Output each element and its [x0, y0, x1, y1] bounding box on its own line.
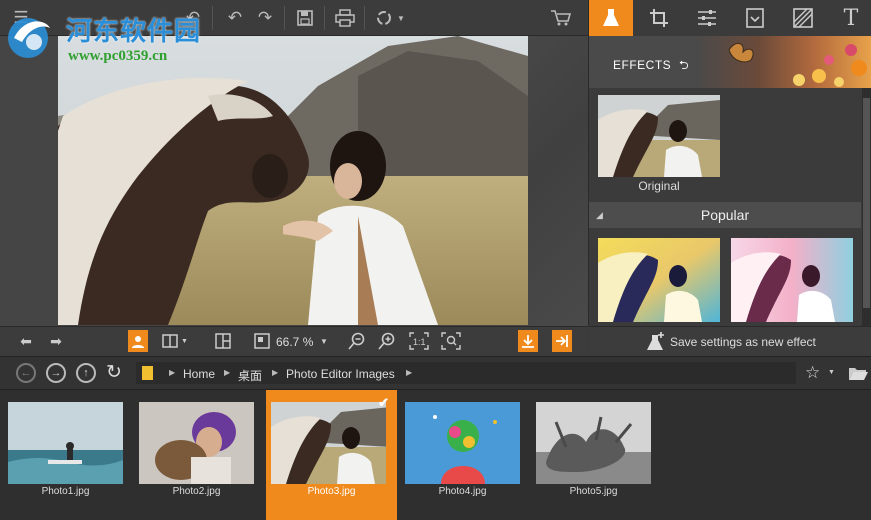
- split-view-icon[interactable]: [212, 330, 234, 352]
- svg-text:1:1: 1:1: [413, 337, 426, 347]
- fit-view-icon[interactable]: [252, 330, 272, 352]
- flask-add-icon: [646, 331, 666, 356]
- favorites-dropdown-icon[interactable]: ▼: [828, 369, 835, 376]
- cart-icon[interactable]: [548, 6, 574, 30]
- adjust-tab[interactable]: [687, 0, 727, 36]
- filmstrip-item[interactable]: Photo2.jpg: [131, 390, 262, 520]
- filmstrip-label: Photo1.jpg: [41, 486, 90, 497]
- share-dropdown-icon[interactable]: ▼: [372, 6, 408, 30]
- filmstrip-label: Photo2.jpg: [172, 486, 221, 497]
- breadcrumb-separator: ▶: [406, 368, 413, 377]
- single-view-icon[interactable]: [128, 330, 148, 352]
- toolbar-divider: [284, 6, 285, 30]
- actual-size-icon[interactable]: 1:1: [408, 330, 430, 352]
- filmstrip-label: Photo3.jpg: [307, 486, 356, 497]
- save-effect-label[interactable]: Save settings as new effect: [670, 335, 816, 349]
- effects-header-label: EFFECTS ⮌: [613, 58, 690, 72]
- effect-thumb-popular-1[interactable]: [598, 238, 720, 322]
- toolbar-divider: [212, 6, 213, 30]
- back-icon[interactable]: ←: [16, 363, 36, 383]
- effects-scrollbar-thumb[interactable]: [863, 98, 870, 308]
- zoom-dropdown-icon[interactable]: ▼: [318, 330, 330, 352]
- effects-tab[interactable]: [589, 0, 633, 36]
- print-icon[interactable]: [332, 6, 358, 30]
- toolbar-divider: [324, 6, 325, 30]
- redo-icon[interactable]: ↷: [252, 6, 278, 30]
- filmstrip-thumbnail: [8, 402, 123, 484]
- back-icon[interactable]: ⮌: [679, 58, 689, 72]
- save-icon[interactable]: [292, 6, 318, 30]
- texture-tab[interactable]: [783, 0, 823, 36]
- forward-icon[interactable]: →: [46, 363, 66, 383]
- breadcrumb-separator: ▶: [224, 368, 231, 377]
- filmstrip-item[interactable]: Photo5.jpg: [528, 390, 659, 520]
- zoom-in-icon[interactable]: [376, 330, 398, 352]
- selected-check-icon: ✔: [378, 395, 389, 410]
- breadcrumb-item-home[interactable]: Home: [183, 367, 215, 381]
- import-icon[interactable]: [518, 330, 538, 352]
- breadcrumb: [136, 362, 796, 384]
- compare-view-dropdown[interactable]: ▼: [158, 330, 192, 352]
- watermark-logo: [4, 8, 60, 64]
- watermark-url: www.pc0359.cn: [68, 48, 168, 64]
- breadcrumb-separator: ▶: [272, 368, 279, 377]
- filmstrip-item-selected[interactable]: ✔ Photo3.jpg: [266, 390, 397, 520]
- fit-to-window-icon[interactable]: [440, 330, 462, 352]
- up-folder-icon[interactable]: ↑: [76, 363, 96, 383]
- filmstrip-thumbnail: [271, 402, 386, 484]
- filmstrip-item[interactable]: Photo1.jpg: [0, 390, 131, 520]
- filmstrip-thumbnail: [536, 402, 651, 484]
- favorite-star-icon[interactable]: ☆: [805, 363, 820, 383]
- breadcrumb-item-desktop[interactable]: 桌面: [238, 367, 262, 384]
- open-folder-icon[interactable]: [848, 365, 868, 386]
- main-photo[interactable]: [58, 36, 528, 325]
- export-icon[interactable]: [552, 330, 572, 352]
- next-photo-icon[interactable]: ➡: [44, 330, 68, 352]
- breadcrumb-item-images[interactable]: Photo Editor Images: [286, 367, 395, 381]
- undo-icon[interactable]: ↶: [222, 6, 248, 30]
- previous-photo-icon[interactable]: ⬅: [14, 330, 38, 352]
- folder-icon: [142, 366, 153, 380]
- zoom-level[interactable]: 66.7 %: [276, 335, 313, 349]
- filmstrip-label: Photo5.jpg: [569, 486, 618, 497]
- text-tab[interactable]: T: [831, 0, 871, 36]
- refresh-icon[interactable]: ↻: [106, 361, 122, 384]
- zoom-out-icon[interactable]: [346, 330, 368, 352]
- effect-thumb-popular-2[interactable]: [731, 238, 853, 322]
- effect-thumb-original[interactable]: [598, 95, 720, 177]
- filmstrip-label: Photo4.jpg: [438, 486, 487, 497]
- filmstrip-item[interactable]: Photo4.jpg: [397, 390, 528, 520]
- toolbar-divider: [364, 6, 365, 30]
- popular-category-label: Popular: [700, 207, 750, 223]
- breadcrumb-separator: ▶: [169, 368, 176, 377]
- frame-tab[interactable]: [735, 0, 775, 36]
- filmstrip-thumbnail: [405, 402, 520, 484]
- filmstrip-thumbnail: [139, 402, 254, 484]
- watermark-title: 河东软件园: [66, 17, 202, 47]
- effect-original-label: Original: [638, 179, 680, 193]
- crop-tab[interactable]: [639, 0, 679, 36]
